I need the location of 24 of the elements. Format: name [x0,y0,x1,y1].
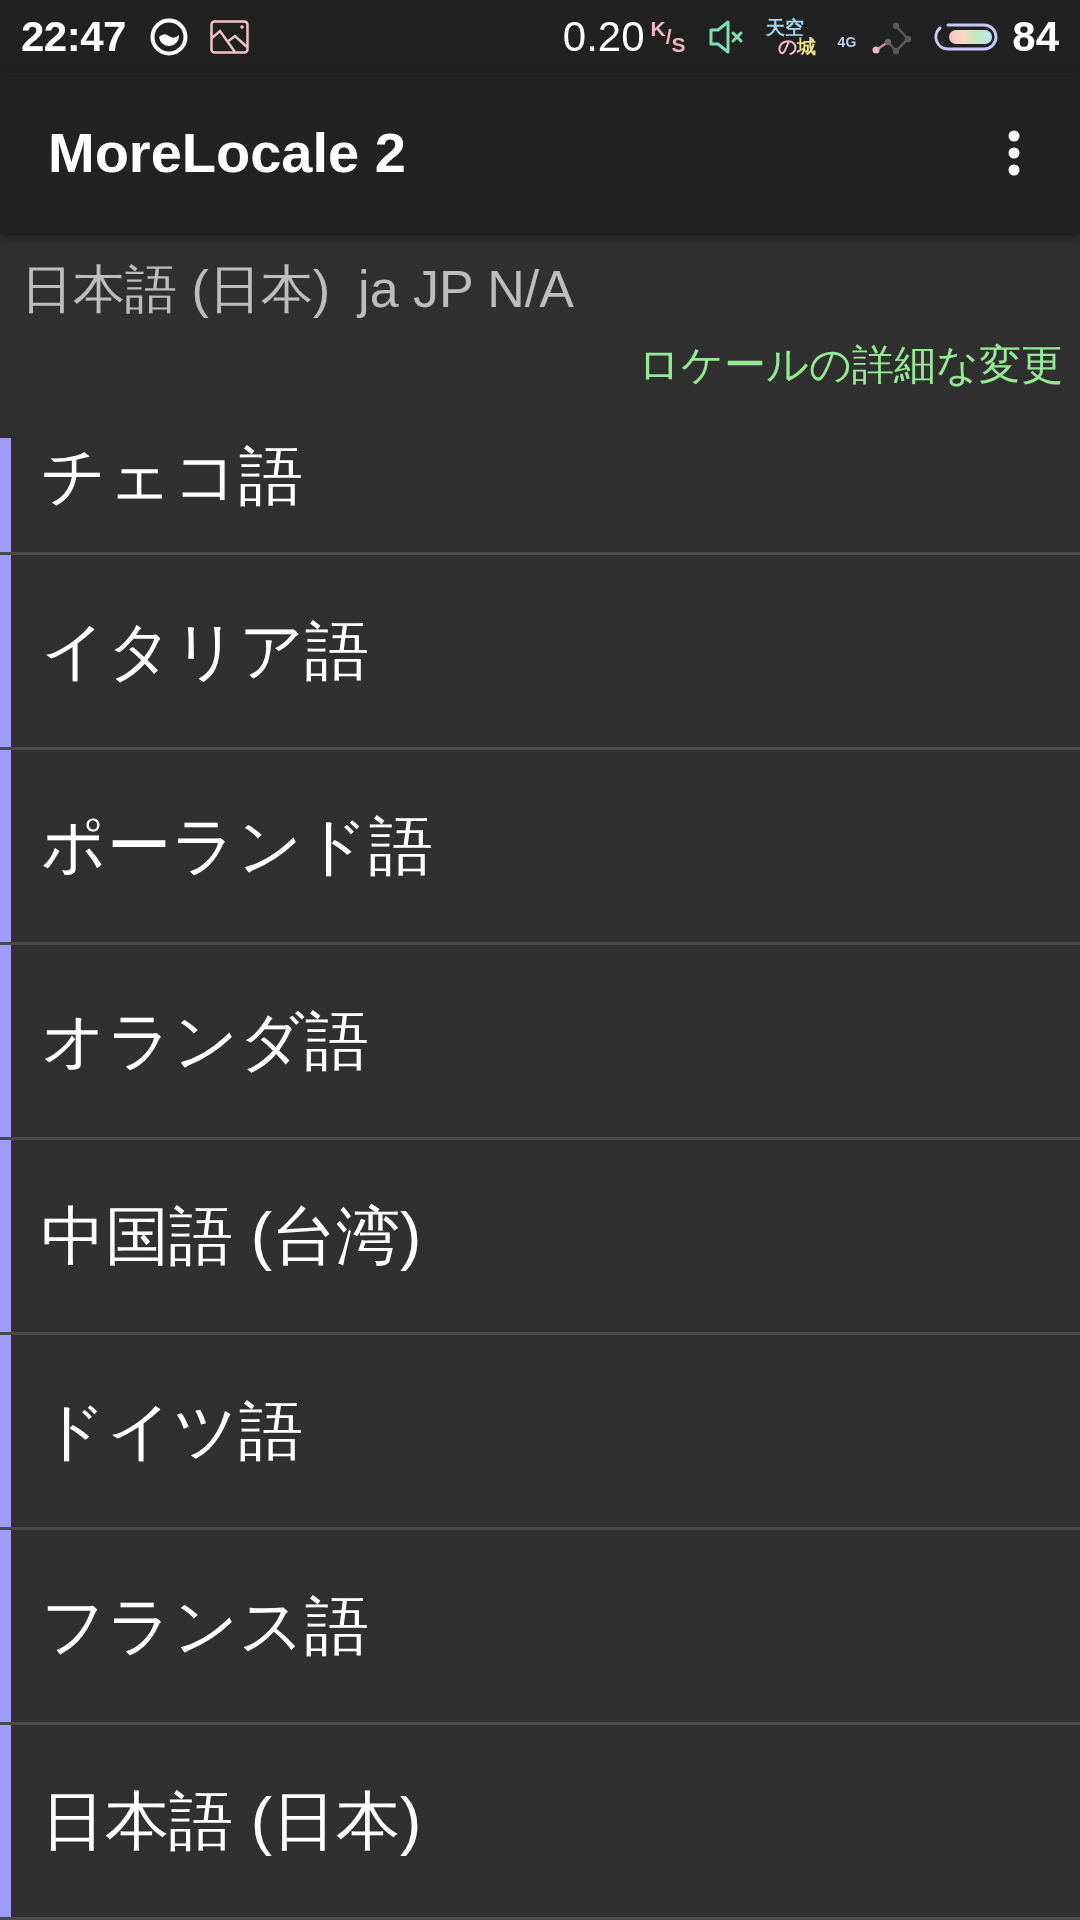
network-speed: 0.20 [562,14,645,59]
status-time: 22:47 [21,14,126,59]
language-item[interactable]: オランダ語 [0,945,1080,1140]
advanced-locale-link[interactable]: ロケールの詳細な変更 [638,339,1063,391]
battery-icon [934,22,999,51]
current-locale-code: ja JP N/A [358,259,574,319]
circle-wave-icon [149,17,188,56]
language-item[interactable]: 中国語 (台湾) [0,1140,1080,1335]
language-item[interactable]: イタリア語 [0,555,1080,750]
app-title: MoreLocale 2 [48,121,406,185]
language-item[interactable]: チェコ語 [0,438,1080,555]
overflow-menu-button[interactable] [1007,130,1021,176]
carrier-name: 天空 [765,17,804,37]
carrier-name: の城 [777,36,816,56]
language-item[interactable]: ポーランド語 [0,750,1080,945]
language-item[interactable]: ドイツ語 [0,1335,1080,1530]
image-icon [209,19,249,54]
overflow-menu-icon [1007,130,1021,176]
network-type: 4G [837,34,857,49]
language-item[interactable]: 日本語 (日本) [0,1725,1080,1920]
battery-percent: 84 [1012,14,1059,59]
speaker-muted-icon [707,18,744,55]
current-locale-name: 日本語 (日本) [21,259,331,319]
language-item[interactable]: フランス語 [0,1530,1080,1725]
